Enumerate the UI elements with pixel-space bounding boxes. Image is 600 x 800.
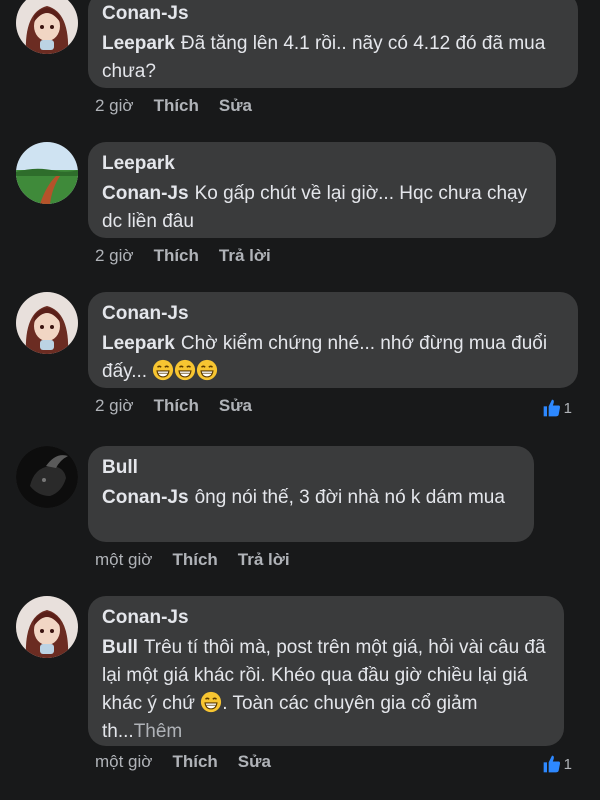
comment-bubble[interactable]: Leepark Conan-Js Ko gấp chút về lại giờ..… bbox=[88, 142, 556, 238]
comment-bubble[interactable]: Bull Conan-Js ông nói thế, 3 đời nhà nó k… bbox=[88, 446, 534, 542]
edit-button[interactable]: Sửa bbox=[219, 96, 252, 116]
comment-text: Conan-Js Ko gấp chút về lại giờ... Hqc ch… bbox=[102, 180, 542, 236]
comment-text: Conan-Js ông nói thế, 3 đời nhà nó k dám … bbox=[102, 484, 520, 512]
grin-emoji-icon bbox=[152, 359, 174, 381]
reaction-count[interactable]: 1 bbox=[542, 398, 572, 418]
mention[interactable]: Bull bbox=[102, 637, 138, 658]
comment-actions: 2 giờ Thích Sửa bbox=[95, 96, 252, 116]
comment-bubble[interactable]: Conan-Js Leepark Đã tăng lên 4.1 rồi.. nã… bbox=[88, 0, 578, 88]
like-button[interactable]: Thích bbox=[154, 396, 199, 416]
comment-author[interactable]: Bull bbox=[102, 456, 520, 480]
comment-bubble[interactable]: Conan-Js Bull Trêu tí thôi mà, post trên … bbox=[88, 596, 564, 746]
comment-bubble[interactable]: Conan-Js Leepark Chờ kiểm chứng nhé... nh… bbox=[88, 292, 578, 388]
mention[interactable]: Conan-Js bbox=[102, 487, 189, 508]
comment-text: Bull Trêu tí thôi mà, post trên một giá, … bbox=[102, 634, 550, 746]
avatar[interactable] bbox=[16, 0, 78, 54]
avatar[interactable] bbox=[16, 446, 78, 508]
avatar[interactable] bbox=[16, 292, 78, 354]
comment-actions: một giờ Thích Sửa bbox=[95, 752, 271, 772]
like-button[interactable]: Thích bbox=[172, 752, 217, 772]
avatar-bull-icon bbox=[16, 446, 78, 508]
mention[interactable]: Leepark bbox=[102, 333, 175, 354]
comment-author[interactable]: Conan-Js bbox=[102, 2, 564, 26]
avatar[interactable] bbox=[16, 142, 78, 204]
avatar-anime-girl-icon bbox=[16, 292, 78, 354]
reply-button[interactable]: Trả lời bbox=[238, 550, 290, 570]
like-button[interactable]: Thích bbox=[154, 246, 199, 266]
like-thumb-icon bbox=[542, 754, 562, 774]
like-thumb-icon bbox=[542, 398, 562, 418]
timestamp[interactable]: 2 giờ bbox=[95, 246, 134, 266]
mention[interactable]: Leepark bbox=[102, 33, 175, 54]
avatar[interactable] bbox=[16, 596, 78, 658]
edit-button[interactable]: Sửa bbox=[219, 396, 252, 416]
comment-author[interactable]: Conan-Js bbox=[102, 606, 550, 630]
comment-actions: 2 giờ Thích Trả lời bbox=[95, 246, 271, 266]
timestamp[interactable]: 2 giờ bbox=[95, 396, 134, 416]
like-button[interactable]: Thích bbox=[172, 550, 217, 570]
reply-button[interactable]: Trả lời bbox=[219, 246, 271, 266]
comment-body: ông nói thế, 3 đời nhà nó k dám mua bbox=[194, 487, 505, 508]
reaction-count[interactable]: 1 bbox=[542, 754, 572, 774]
see-more-link[interactable]: Thêm bbox=[134, 721, 183, 742]
comment-text: Leepark Đã tăng lên 4.1 rồi.. nãy có 4.12… bbox=[102, 30, 564, 86]
comment-author[interactable]: Leepark bbox=[102, 152, 542, 176]
comment-text: Leepark Chờ kiểm chứng nhé... nhớ đừng mu… bbox=[102, 330, 564, 386]
timestamp[interactable]: 2 giờ bbox=[95, 96, 134, 116]
avatar-landscape-icon bbox=[16, 142, 78, 204]
avatar-anime-girl-icon bbox=[16, 0, 78, 54]
reaction-number: 1 bbox=[563, 755, 572, 773]
timestamp[interactable]: một giờ bbox=[95, 550, 152, 570]
reaction-number: 1 bbox=[563, 399, 572, 417]
grin-emoji-icon bbox=[196, 359, 218, 381]
comment-actions: 2 giờ Thích Sửa bbox=[95, 396, 252, 416]
grin-emoji-icon bbox=[200, 691, 222, 713]
comment-author[interactable]: Conan-Js bbox=[102, 302, 564, 326]
comment-actions: một giờ Thích Trả lời bbox=[95, 550, 290, 570]
edit-button[interactable]: Sửa bbox=[238, 752, 271, 772]
timestamp[interactable]: một giờ bbox=[95, 752, 152, 772]
like-button[interactable]: Thích bbox=[154, 96, 199, 116]
avatar-anime-girl-icon bbox=[16, 596, 78, 658]
mention[interactable]: Conan-Js bbox=[102, 183, 189, 204]
grin-emoji-icon bbox=[174, 359, 196, 381]
